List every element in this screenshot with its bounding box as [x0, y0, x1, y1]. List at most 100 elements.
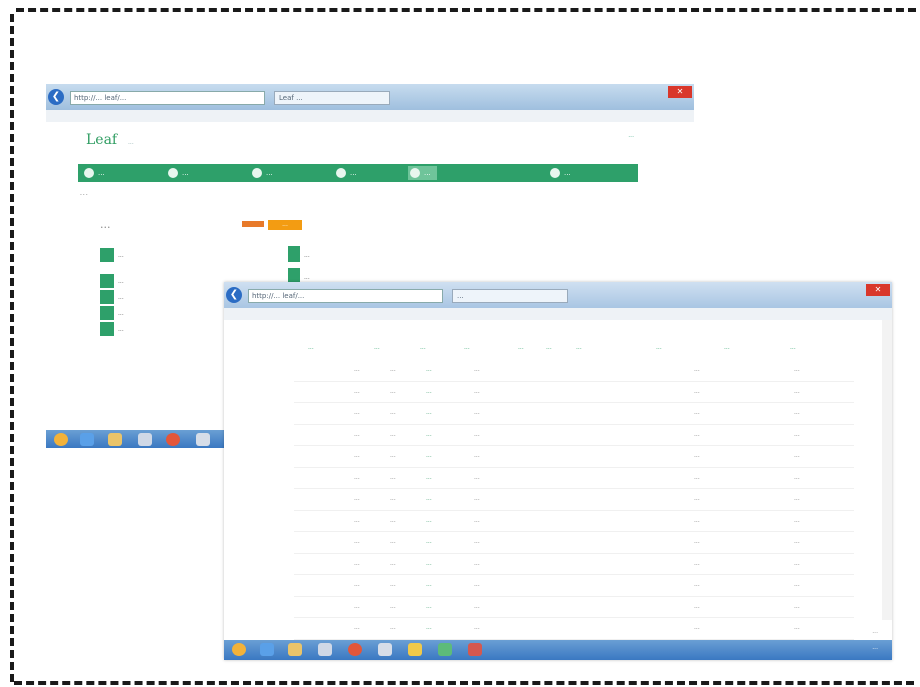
table-row[interactable]: ..................	[294, 532, 854, 554]
table-cell: ...	[354, 516, 360, 524]
command-bar	[224, 308, 892, 320]
table-cell: ...	[794, 495, 800, 502]
status-badge: ...	[268, 220, 302, 230]
side-icon-4[interactable]	[100, 306, 114, 320]
column-header[interactable]: ...	[374, 344, 380, 351]
app-icon[interactable]	[468, 643, 482, 656]
table-cell: ...	[354, 430, 360, 438]
table-cell[interactable]: ...	[426, 560, 432, 567]
start-icon[interactable]	[54, 433, 68, 446]
table-cell: ...	[474, 366, 480, 373]
back-arrow-icon[interactable]: ❮	[226, 287, 242, 303]
app-icon[interactable]	[196, 433, 210, 446]
app-icon[interactable]	[438, 643, 452, 656]
command-bar	[46, 110, 694, 122]
table-cell: ...	[794, 387, 800, 395]
address-bar[interactable]: http://... leaf/...	[70, 91, 265, 105]
table-row[interactable]: ..................	[294, 575, 854, 597]
table-cell: ...	[390, 602, 396, 610]
mid-label-1: ...	[304, 252, 310, 259]
nav-item-3[interactable]: ...	[250, 166, 273, 180]
side-icon-5[interactable]	[100, 322, 114, 336]
chrome-icon[interactable]	[348, 643, 362, 656]
address-bar[interactable]: http://... leaf/...	[248, 289, 443, 303]
table-cell: ...	[474, 387, 480, 395]
browser-tab[interactable]: Leaf ...	[274, 91, 390, 105]
table-row[interactable]: ..................	[294, 597, 854, 618]
column-header[interactable]: ...	[656, 344, 662, 351]
folder-icon[interactable]	[288, 643, 302, 656]
table-cell: ...	[474, 452, 480, 459]
table-cell: ...	[794, 624, 800, 631]
table-cell[interactable]: ...	[426, 474, 432, 481]
nav-item-2[interactable]: ...	[166, 166, 189, 180]
column-header[interactable]: ...	[464, 344, 470, 351]
close-icon[interactable]: ✕	[866, 284, 890, 296]
chrome-icon[interactable]	[166, 433, 180, 446]
app-icon[interactable]	[138, 433, 152, 446]
column-header[interactable]: ...	[724, 344, 730, 351]
column-header[interactable]: ...	[790, 344, 796, 351]
table-row[interactable]: ..................	[294, 554, 854, 575]
table-row[interactable]: ..................	[294, 382, 854, 403]
ie-icon[interactable]	[80, 433, 94, 446]
mid-icon-1[interactable]	[288, 246, 300, 262]
table-cell: ...	[474, 516, 480, 524]
pagination[interactable]: ...	[872, 628, 878, 635]
column-header[interactable]: ...	[546, 344, 552, 351]
table-cell[interactable]: ...	[426, 366, 432, 373]
table-cell[interactable]: ...	[426, 581, 432, 588]
table-row[interactable]: ..................	[294, 446, 854, 468]
column-header[interactable]: ...	[576, 344, 582, 351]
nav-item-5-active[interactable]: ...	[408, 166, 437, 180]
folder-icon[interactable]	[108, 433, 122, 446]
table-cell[interactable]: ...	[426, 409, 432, 416]
table-cell: ...	[794, 473, 800, 481]
table-row[interactable]: ..................	[294, 468, 854, 489]
app-icon[interactable]	[408, 643, 422, 656]
side-icon-3[interactable]	[100, 290, 114, 304]
table-cell: ...	[694, 430, 700, 438]
table-cell[interactable]: ...	[426, 388, 432, 395]
side-icon-2[interactable]	[100, 274, 114, 288]
table-cell: ...	[390, 473, 396, 481]
sub-nav[interactable]: ...	[80, 190, 640, 197]
table-row[interactable]: ..................	[294, 511, 854, 532]
table-cell[interactable]: ...	[426, 495, 432, 502]
browser-tab[interactable]: ...	[452, 289, 568, 303]
back-arrow-icon[interactable]: ❮	[48, 89, 64, 105]
table-cell: ...	[694, 495, 700, 502]
column-header[interactable]: ...	[308, 344, 314, 351]
column-header[interactable]: ...	[420, 344, 426, 351]
table-row[interactable]: ..................	[294, 403, 854, 425]
table-cell[interactable]: ...	[426, 431, 432, 438]
app-icon[interactable]	[378, 643, 392, 656]
nav-label: ...	[182, 169, 189, 177]
ie-icon[interactable]	[260, 643, 274, 656]
table-row[interactable]: ..................	[294, 425, 854, 446]
table-cell[interactable]: ...	[426, 517, 432, 524]
nav-item-4[interactable]: ...	[334, 166, 357, 180]
start-icon[interactable]	[232, 643, 246, 656]
nav-item-1[interactable]: ...	[82, 166, 105, 180]
table-row[interactable]: ..................	[294, 618, 854, 640]
table-cell[interactable]: ...	[426, 452, 432, 459]
scrollbar[interactable]	[882, 320, 892, 620]
column-header[interactable]: ...	[518, 344, 524, 351]
side-icon-1[interactable]	[100, 248, 114, 262]
app-icon[interactable]	[318, 643, 332, 656]
close-icon[interactable]: ✕	[668, 86, 692, 98]
title-bar: ❮ http://... leaf/... Leaf ... ✕	[46, 84, 694, 110]
table-cell: ...	[390, 624, 396, 631]
table-cell: ...	[794, 559, 800, 567]
table-cell[interactable]: ...	[426, 538, 432, 545]
table-row[interactable]: ..................	[294, 360, 854, 382]
table-cell: ...	[474, 624, 480, 631]
user-links[interactable]: ...	[628, 132, 634, 139]
main-nav: ... ... ... ... ... ...	[78, 164, 638, 182]
table-cell: ...	[354, 624, 360, 631]
table-cell[interactable]: ...	[426, 603, 432, 610]
nav-item-6[interactable]: ...	[548, 166, 571, 180]
table-cell[interactable]: ...	[426, 624, 432, 631]
table-row[interactable]: ..................	[294, 489, 854, 511]
